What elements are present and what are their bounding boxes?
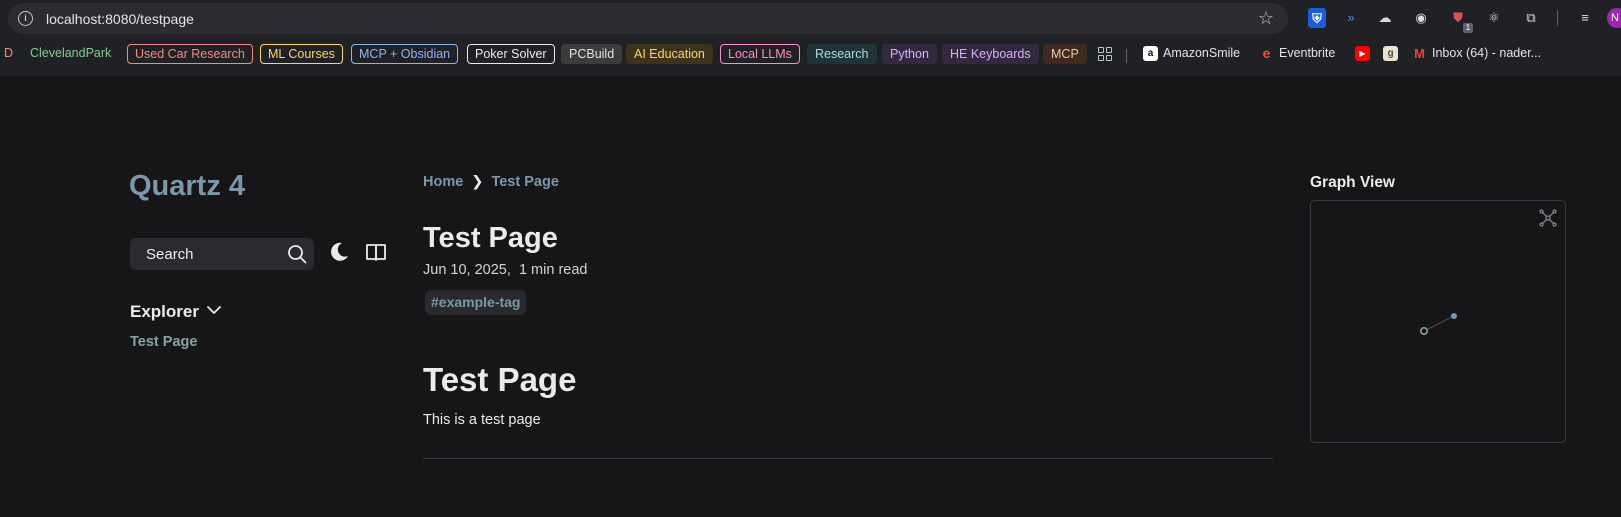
puzzle-icon[interactable]: ⧉ <box>1520 7 1542 29</box>
article-heading: Test Page <box>423 361 577 398</box>
site-info-icon[interactable]: i <box>18 11 33 26</box>
url-text[interactable]: localhost:8080/testpage <box>46 11 194 27</box>
bookmark-folder[interactable]: Research <box>807 44 877 64</box>
bookmark-item[interactable]: D <box>0 44 20 64</box>
media-queue-icon[interactable]: ≡ <box>1574 7 1596 29</box>
bookmark-folder[interactable]: Python <box>882 44 937 64</box>
address-bar[interactable]: i localhost:8080/testpage ☆ <box>8 3 1288 34</box>
cloud-icon[interactable]: ☁ <box>1374 7 1396 29</box>
bookmark-amazonsmile[interactable]: a AmazonSmile <box>1139 44 1247 64</box>
bookmark-item[interactable]: ClevelandPark <box>23 44 118 64</box>
search-button[interactable]: Search <box>130 238 314 270</box>
page-title: Test Page <box>423 222 558 254</box>
bookmark-folder[interactable]: Used Car Research <box>127 44 253 64</box>
bookmark-youtube[interactable]: ▶ <box>1352 44 1374 64</box>
bitwarden-icon[interactable]: ⛨ <box>1308 8 1326 28</box>
graph-node-current[interactable] <box>1420 327 1429 336</box>
site-title[interactable]: Quartz 4 <box>129 170 245 203</box>
bookmark-separator <box>1126 49 1127 63</box>
breadcrumb: Home ❯ Test Page <box>423 174 559 190</box>
bookmark-goodreads[interactable]: g <box>1380 44 1402 64</box>
spy-icon[interactable]: ◉ <box>1410 7 1432 29</box>
read-time: 1 min read <box>518 262 588 278</box>
toolbar-separator <box>1557 10 1558 26</box>
goodreads-icon: g <box>1383 46 1398 61</box>
bookmark-label: AmazonSmile <box>1163 46 1241 60</box>
bookmark-folder[interactable]: MCP <box>1043 44 1087 64</box>
bookmark-folder[interactable]: PCBuild <box>561 44 623 64</box>
chevron-down-icon[interactable] <box>206 302 222 318</box>
quartz-page: Quartz 4 Search Explorer Test Page Home ❯… <box>0 76 1621 517</box>
bookmark-eventbrite[interactable]: e Eventbrite <box>1255 44 1342 64</box>
amazon-icon: a <box>1143 46 1158 61</box>
bookmark-label: Inbox (64) - nader... <box>1432 46 1542 60</box>
search-icon <box>288 245 307 264</box>
profile-avatar[interactable]: N <box>1607 8 1621 28</box>
gmail-icon: M <box>1414 46 1425 61</box>
graph-node[interactable] <box>1451 313 1457 319</box>
youtube-icon: ▶ <box>1355 46 1370 61</box>
graph-view[interactable] <box>1310 200 1566 443</box>
graph-edge <box>1423 315 1455 332</box>
bookmark-folder[interactable]: AI Education <box>626 44 713 64</box>
bookmark-folder[interactable]: MCP + Obsidian <box>351 44 459 64</box>
explorer-item-test-page[interactable]: Test Page <box>130 334 197 350</box>
bookmark-folder[interactable]: HE Keyboards <box>942 44 1039 64</box>
publish-date: Jun 10, 2025 <box>423 262 507 278</box>
bookmark-star-icon[interactable]: ☆ <box>1258 8 1274 29</box>
breadcrumb-home[interactable]: Home <box>423 174 463 190</box>
bookmark-folder[interactable]: ML Courses <box>260 44 343 64</box>
breadcrumb-current[interactable]: Test Page <box>491 174 558 190</box>
content-divider <box>423 458 1273 459</box>
graph-canvas[interactable] <box>1311 201 1567 444</box>
graph-title: Graph View <box>1310 174 1395 191</box>
browser-chrome: i localhost:8080/testpage ☆ ⛨ » ☁ ◉ ⛊ ⚛ … <box>0 0 1621 76</box>
bookmarks-bar: D ClevelandPark Used Car Research ML Cou… <box>0 41 1621 67</box>
search-label: Search <box>146 246 194 263</box>
article-body: This is a test page <box>423 412 541 428</box>
bookmark-gmail[interactable]: M Inbox (64) - nader... <box>1408 44 1548 64</box>
bookmark-label: Eventbrite <box>1279 46 1336 60</box>
explorer-toggle[interactable]: Explorer <box>130 302 199 322</box>
ublock-icon[interactable]: ⛊ <box>1447 7 1473 33</box>
tag-link[interactable]: #example-tag <box>425 290 527 315</box>
react-devtools-icon[interactable]: ⚛ <box>1483 7 1505 29</box>
reader-mode-book-icon[interactable] <box>365 241 387 263</box>
moon-icon[interactable] <box>328 241 350 263</box>
bookmark-folder[interactable]: Poker Solver <box>467 44 555 64</box>
content-meta: Jun 10, 2025, 1 min read <box>423 262 588 278</box>
toolbar: i localhost:8080/testpage ☆ ⛨ » ☁ ◉ ⛊ ⚛ … <box>0 0 1621 37</box>
chevron-right-icon: ❯ <box>471 174 484 190</box>
apps-grid-icon[interactable] <box>1098 47 1112 61</box>
global-graph-icon[interactable] <box>1539 209 1557 227</box>
eventbrite-icon: e <box>1262 45 1271 61</box>
bookmark-folder[interactable]: Local LLMs <box>720 44 800 64</box>
wifi-like-icon[interactable]: » <box>1340 7 1362 29</box>
